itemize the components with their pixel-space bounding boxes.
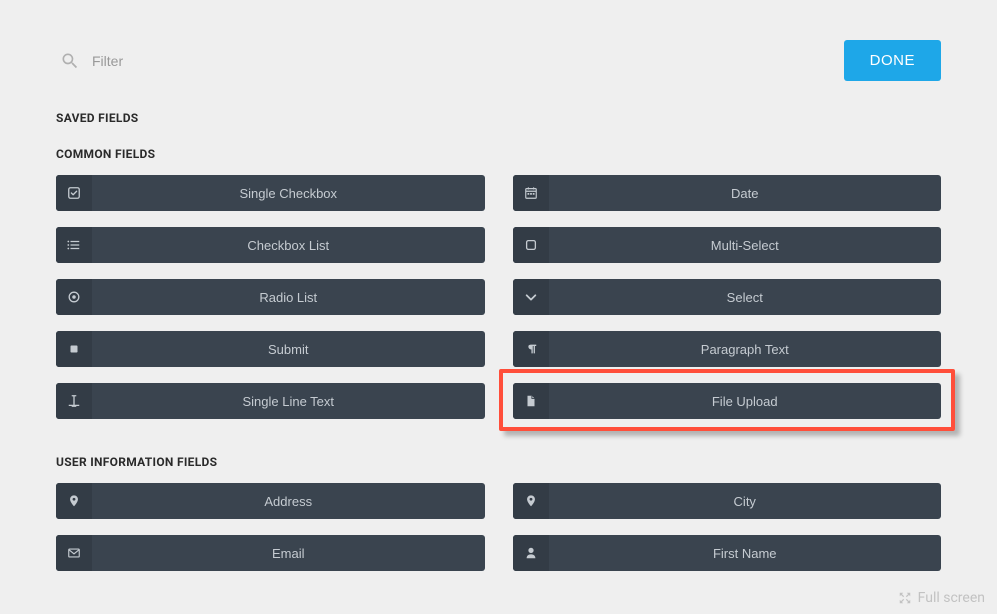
field-address[interactable]: Address <box>56 483 485 519</box>
field-label: Single Line Text <box>92 383 485 419</box>
field-label: Select <box>549 279 942 315</box>
radio-icon <box>56 279 92 315</box>
field-label: Date <box>549 175 942 211</box>
field-email[interactable]: Email <box>56 535 485 571</box>
text-cursor-icon <box>56 383 92 419</box>
list-icon <box>56 227 92 263</box>
field-label: Address <box>92 483 485 519</box>
envelope-icon <box>56 535 92 571</box>
field-label: Email <box>92 535 485 571</box>
done-button[interactable]: DONE <box>844 40 941 81</box>
field-first-name[interactable]: First Name <box>513 535 942 571</box>
field-single-checkbox[interactable]: Single Checkbox <box>56 175 485 211</box>
expand-icon <box>898 591 912 605</box>
chevron-down-icon <box>513 279 549 315</box>
section-title-user: USER INFORMATION FIELDS <box>56 455 941 469</box>
paragraph-icon <box>513 331 549 367</box>
field-city[interactable]: City <box>513 483 942 519</box>
map-pin-icon <box>56 483 92 519</box>
file-icon <box>513 383 549 419</box>
field-paragraph-text[interactable]: Paragraph Text <box>513 331 942 367</box>
square-outline-icon <box>513 227 549 263</box>
field-single-line-text[interactable]: Single Line Text <box>56 383 485 419</box>
field-radio-list[interactable]: Radio List <box>56 279 485 315</box>
field-select[interactable]: Select <box>513 279 942 315</box>
field-label: Multi-Select <box>549 227 942 263</box>
map-pin-icon <box>513 483 549 519</box>
field-label: Checkbox List <box>92 227 485 263</box>
field-label: File Upload <box>549 383 942 419</box>
filter-input[interactable] <box>92 53 292 69</box>
field-file-upload[interactable]: File Upload <box>513 383 942 419</box>
field-checkbox-list[interactable]: Checkbox List <box>56 227 485 263</box>
field-date[interactable]: Date <box>513 175 942 211</box>
checkbox-checked-icon <box>56 175 92 211</box>
field-label: Radio List <box>92 279 485 315</box>
search-wrap <box>60 51 292 71</box>
calendar-icon <box>513 175 549 211</box>
field-label: Single Checkbox <box>92 175 485 211</box>
field-label: City <box>549 483 942 519</box>
fullscreen-button[interactable]: Full screen <box>898 590 985 606</box>
search-icon <box>60 51 80 71</box>
field-multi-select[interactable]: Multi-Select <box>513 227 942 263</box>
field-label: Submit <box>92 331 485 367</box>
fullscreen-label: Full screen <box>918 590 985 606</box>
person-icon <box>513 535 549 571</box>
field-label: Paragraph Text <box>549 331 942 367</box>
section-title-saved: SAVED FIELDS <box>56 111 941 125</box>
field-label: First Name <box>549 535 942 571</box>
section-title-common: COMMON FIELDS <box>56 147 941 161</box>
field-submit[interactable]: Submit <box>56 331 485 367</box>
square-solid-icon <box>56 331 92 367</box>
